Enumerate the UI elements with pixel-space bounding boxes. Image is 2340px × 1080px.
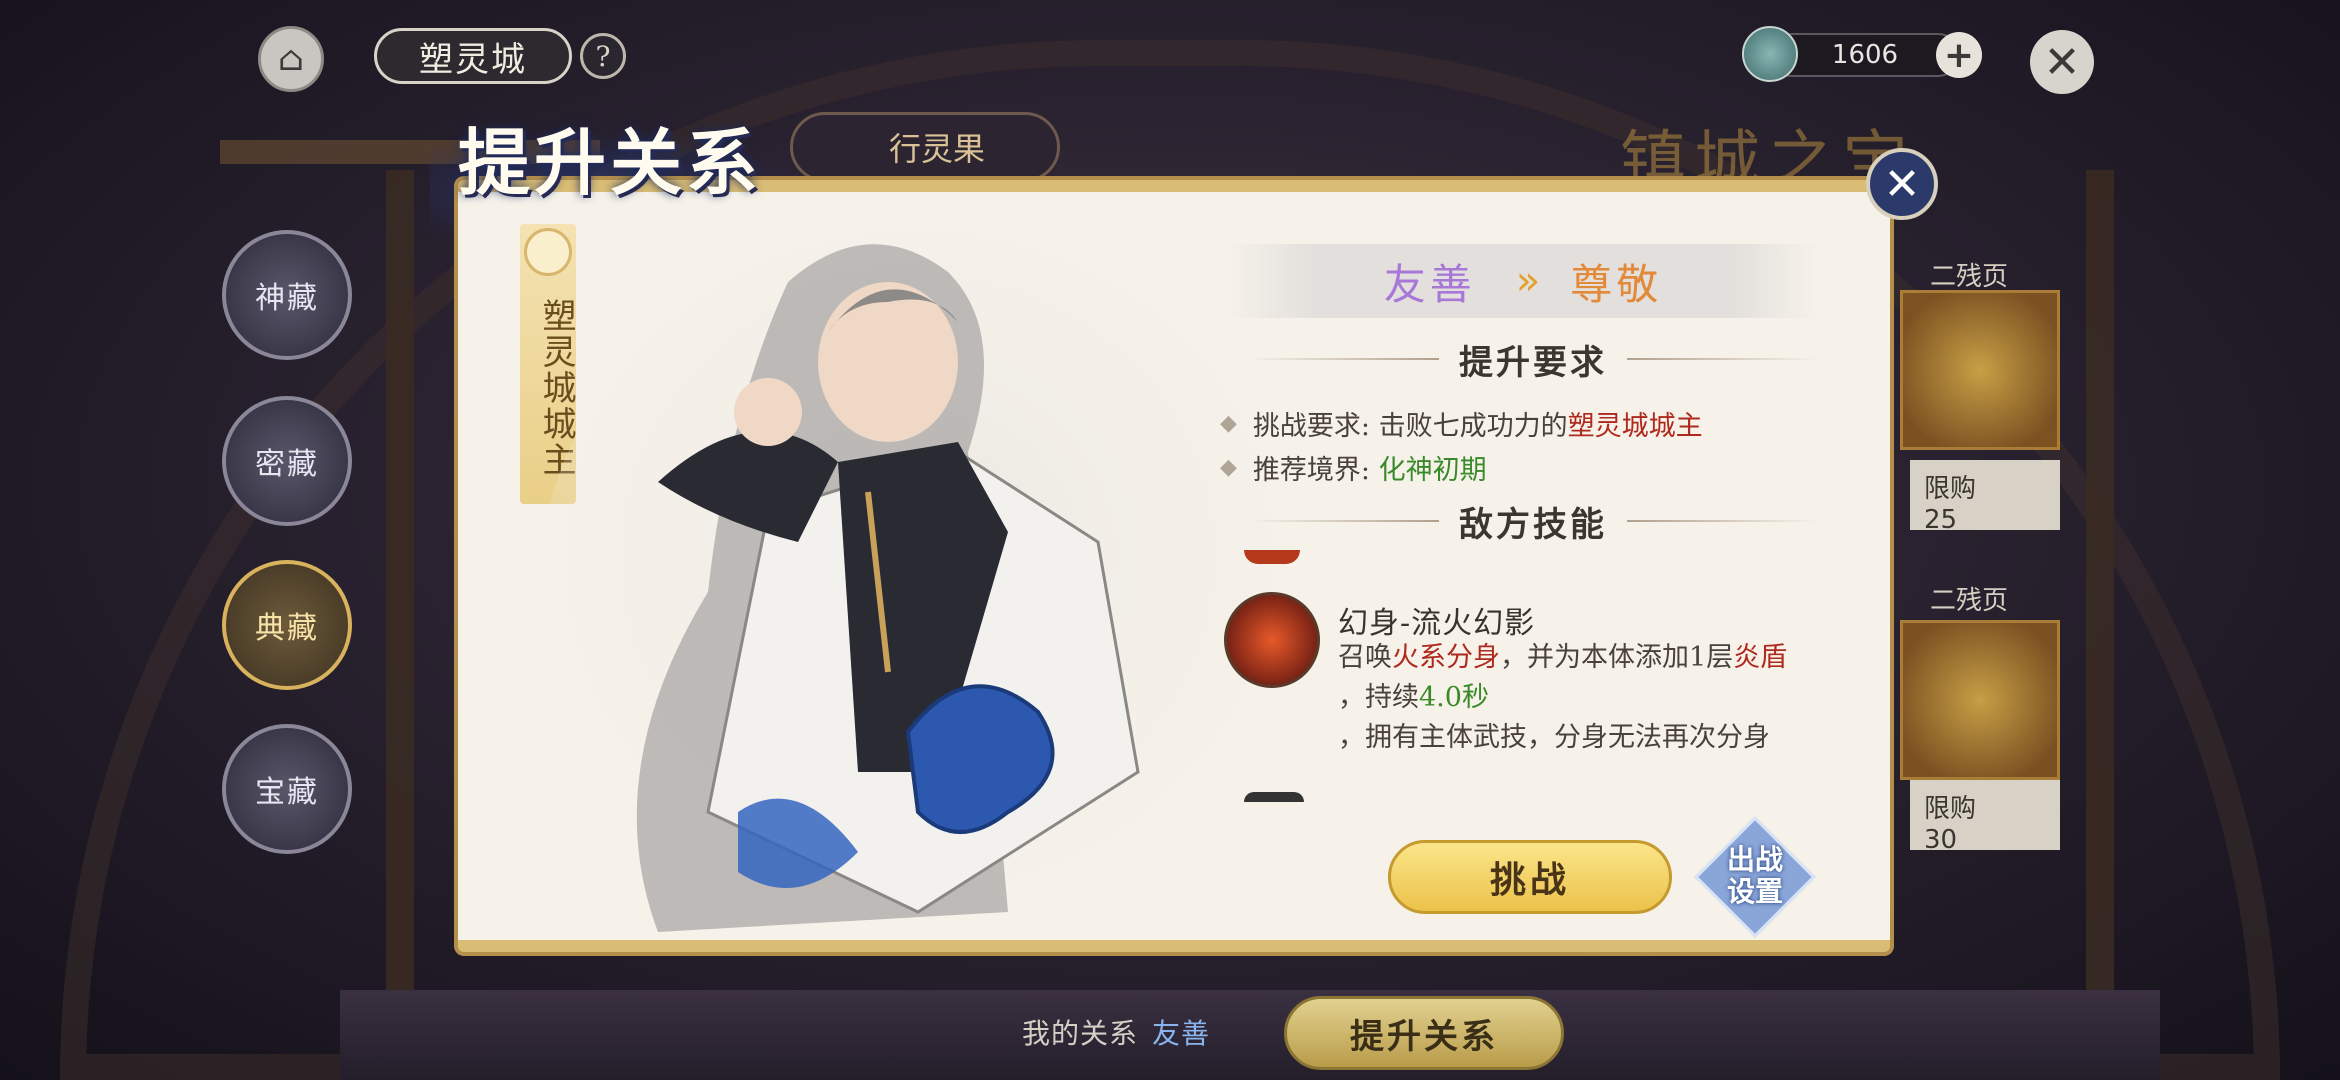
nav-item-baocang[interactable]: 宝藏	[222, 724, 352, 854]
enemy-skills-header: 敌方技能	[1228, 496, 1838, 546]
side-item-price-box: 限购 25	[1910, 460, 2060, 535]
skill-desc-line: ，持续4.0秒	[1338, 682, 1489, 713]
add-currency-button[interactable]: +	[1936, 32, 1982, 78]
requirement-label: 挑战要求:	[1252, 411, 1371, 442]
my-relation: 我的关系 友善	[1022, 1012, 1210, 1052]
requirement-label: 推荐境界:	[1252, 455, 1371, 486]
my-relation-value: 友善	[1152, 1017, 1211, 1050]
upgrade-relation-modal: 塑灵城城主 友善 » 尊敬 提升要求 ◆ 挑战要求: 击败七成功力的 塑灵城城主	[458, 180, 1890, 952]
currency-value: 1606	[1770, 33, 1960, 77]
background-floor	[340, 990, 2160, 1080]
nav-item-micang[interactable]: 密藏	[222, 396, 352, 526]
requirement-realm: ◆ 推荐境界: 化神初期	[1220, 448, 1487, 487]
side-item-label: 二残页	[1930, 262, 2009, 292]
modal-title: 提升关系	[458, 120, 763, 205]
nav-item-diancang[interactable]: 典藏	[222, 560, 352, 690]
relation-from: 友善	[1383, 259, 1476, 309]
side-item-image	[1900, 290, 2060, 450]
modal-close-button[interactable]: ✕	[1866, 148, 1938, 220]
side-item-price-box: 限购 30	[1910, 780, 2060, 855]
side-item-price: 25	[1924, 505, 1958, 535]
requirement-text: 击败七成功力的	[1378, 411, 1568, 442]
skill-name: 幻身-流火幻影	[1338, 606, 1536, 641]
spirit-avatar-icon	[1742, 26, 1798, 82]
city-name-label: 塑灵城	[374, 28, 572, 84]
challenge-button[interactable]: 挑战	[1388, 840, 1672, 914]
background-pillar-right	[2086, 170, 2114, 1000]
skill-desc-line: ，拥有主体武技，分身无法再次分身	[1338, 722, 1770, 753]
skill-description: 召唤火系分身，并为本体添加1层炎盾 ，持续4.0秒 ，拥有主体武技，分身无法再次…	[1338, 638, 1787, 758]
requirements-header: 提升要求	[1228, 334, 1838, 384]
my-relation-label: 我的关系	[1022, 1017, 1139, 1050]
relation-to: 尊敬	[1570, 259, 1663, 309]
character-portrait	[538, 232, 1298, 940]
side-item-limit: 限购	[1924, 474, 1977, 504]
home-button[interactable]: ⌂	[258, 26, 324, 92]
help-button[interactable]: ?	[580, 33, 626, 79]
diamond-bullet-icon: ◆	[1220, 411, 1237, 436]
side-item-limit: 限购	[1924, 794, 1977, 824]
requirement-highlight: 化神初期	[1378, 455, 1487, 486]
nav-item-shencang[interactable]: 神藏	[222, 230, 352, 360]
close-page-button[interactable]: ✕	[2030, 30, 2094, 94]
relation-change-banner: 友善 » 尊敬	[1228, 244, 1818, 318]
next-skill-icon	[1244, 792, 1304, 802]
diamond-bullet-icon: ◆	[1220, 455, 1237, 480]
requirement-highlight: 塑灵城城主	[1567, 411, 1703, 442]
background-pillar-left	[386, 170, 414, 1000]
previous-skill-icon	[1244, 550, 1300, 564]
pagoda-icon: ⌂	[278, 39, 304, 79]
upgrade-relation-button[interactable]: 提升关系	[1284, 996, 1564, 1070]
requirement-challenge: ◆ 挑战要求: 击败七成功力的 塑灵城城主	[1220, 404, 1703, 443]
skill-desc-line: 召唤火系分身，并为本体添加1层炎盾	[1338, 642, 1788, 673]
background-tab[interactable]: 行灵果	[790, 112, 1060, 182]
side-item-image	[1900, 620, 2060, 780]
double-chevron-icon: »	[1515, 258, 1541, 304]
deploy-settings-label[interactable]: 出战 设置	[1704, 844, 1806, 908]
side-item-label: 二残页	[1930, 586, 2009, 616]
fire-clone-skill-icon	[1224, 592, 1320, 688]
side-item-price: 30	[1924, 825, 1958, 855]
